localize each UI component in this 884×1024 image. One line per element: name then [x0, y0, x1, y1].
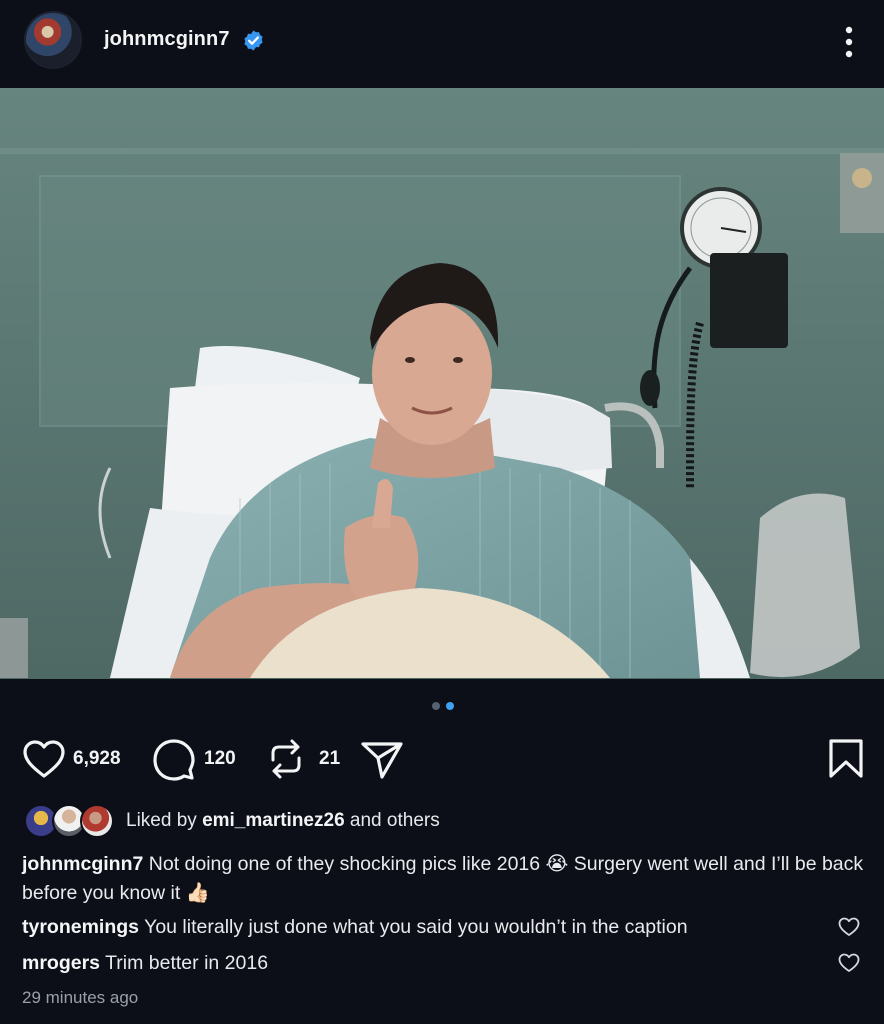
liked-by-username[interactable]: emi_martinez26	[202, 810, 345, 831]
comment-icon[interactable]	[152, 738, 196, 782]
verified-badge-icon	[244, 30, 263, 51]
comment-text: Trim better in 2016	[105, 952, 269, 974]
comment-username[interactable]: tyronemings	[22, 916, 139, 938]
liked-by-suffix: and others	[349, 810, 440, 831]
repost-icon[interactable]	[268, 738, 304, 780]
comment-username[interactable]: mrogers	[22, 952, 100, 974]
crying-emoji-icon: 😭	[545, 853, 569, 875]
liked-by-text: Liked by emi_martinez26 and others	[126, 810, 440, 832]
comment-like-icon[interactable]	[838, 917, 860, 937]
carousel-indicator	[432, 702, 454, 710]
comment-text: You literally just done what you said yo…	[144, 916, 688, 938]
more-options-icon[interactable]	[834, 24, 864, 60]
liked-by-row[interactable]: Liked by emi_martinez26 and others	[24, 802, 864, 838]
action-bar: 6,928 120 21	[0, 734, 884, 784]
bookmark-icon[interactable]	[828, 738, 864, 780]
repost-count[interactable]: 21	[319, 748, 340, 770]
like-count[interactable]: 6,928	[73, 748, 121, 770]
post-photo[interactable]	[0, 88, 884, 679]
post-timestamp: 29 minutes ago	[22, 988, 139, 1007]
thumbs-up-emoji-icon: 👍🏻	[185, 882, 210, 904]
carousel-dot	[432, 702, 440, 710]
hospital-photo-illustration	[0, 88, 884, 679]
carousel-dot-active	[446, 702, 454, 710]
heart-icon[interactable]	[22, 739, 66, 779]
post-caption: johnmcginn7 Not doing one of they shocki…	[22, 850, 868, 908]
share-icon[interactable]	[360, 739, 404, 781]
post-username[interactable]: johnmcginn7	[104, 28, 230, 51]
caption-username[interactable]: johnmcginn7	[22, 853, 143, 875]
user-avatar[interactable]	[26, 13, 80, 67]
comment-item: tyronemings You literally just done what…	[22, 916, 688, 939]
comment-count[interactable]: 120	[204, 748, 236, 770]
liker-avatar	[80, 804, 114, 838]
liked-by-prefix: Liked by	[126, 810, 197, 831]
comment-like-icon[interactable]	[838, 953, 860, 973]
caption-text: Not doing one of they shocking pics like…	[148, 853, 541, 875]
comment-item: mrogers Trim better in 2016	[22, 952, 268, 975]
post-header: johnmcginn7	[0, 0, 884, 88]
